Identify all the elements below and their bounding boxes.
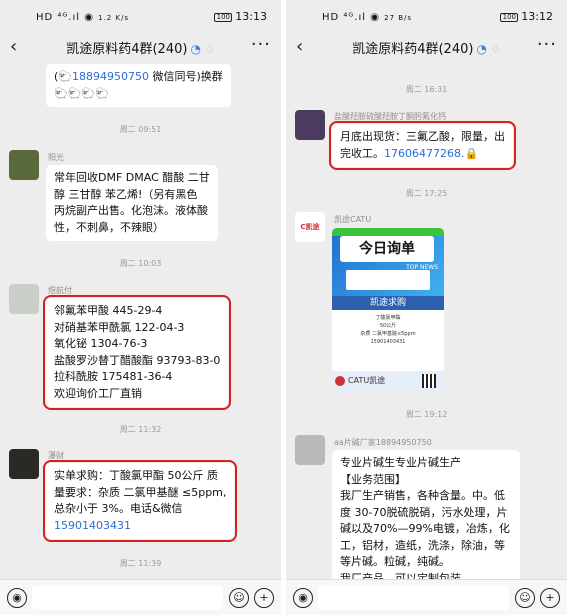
timestamp: 周二 11:32 bbox=[119, 425, 162, 434]
timestamp: 周二 10:03 bbox=[119, 259, 162, 268]
message-list[interactable]: (🐑18894950750 微信同号)换群 🐑🐑🐑🐑 周二 09:51 阳光 常… bbox=[0, 64, 281, 579]
message-bubble-highlighted[interactable]: 月底出现货：三氟乙酸，限量，出 完收工。17606477268.🔒 bbox=[329, 121, 516, 170]
status-right: 100 13:13 bbox=[214, 10, 267, 23]
message-list[interactable]: 周二 16:31 盐酸羟胺硫酸羟胺丁酮肟氟化钙 月底出现货：三氟乙酸，限量，出 … bbox=[286, 64, 567, 579]
timestamp: 周二 16:31 bbox=[405, 85, 448, 94]
message-bubble-highlighted[interactable]: 实单求购：丁酸氯甲酯 50公斤 质 量要求：杂质 二氯甲基醚 ≤5ppm, 总杂… bbox=[42, 460, 238, 542]
voice-icon[interactable]: ◉ bbox=[293, 588, 313, 608]
status-right: 100 13:12 bbox=[500, 10, 553, 23]
group-status-icon: ◔ bbox=[190, 42, 201, 56]
image-card[interactable]: 今日询单 TOP NEWS 凯途求购 丁酸氯甲酯 50公斤 杂质 二氯甲基醚≤5… bbox=[332, 228, 444, 391]
timestamp: 周二 11:39 bbox=[119, 559, 162, 568]
clock: 13:13 bbox=[235, 10, 267, 23]
more-options-icon[interactable]: ··· bbox=[251, 34, 271, 55]
message-input[interactable] bbox=[318, 586, 509, 610]
input-bar: ◉ ☺ + bbox=[286, 579, 567, 615]
avatar[interactable] bbox=[9, 284, 39, 314]
sender-name: aa片碱厂家18894950750 bbox=[334, 438, 432, 447]
plus-icon[interactable]: + bbox=[540, 588, 560, 608]
message-input[interactable] bbox=[32, 586, 223, 610]
avatar[interactable] bbox=[295, 435, 325, 465]
card-body: 丁酸氯甲酯 50公斤 杂质 二氯甲基醚≤5ppm 15901403431 bbox=[360, 315, 416, 345]
timestamp: 周二 09:51 bbox=[119, 125, 162, 134]
phone-link[interactable]: 15901403431 bbox=[54, 518, 226, 535]
sender-name: 盐酸羟胺硫酸羟胺丁酮肟氟化钙 bbox=[334, 112, 446, 121]
phone-link[interactable]: 18894950750 bbox=[72, 70, 149, 83]
banner-stripe bbox=[332, 228, 444, 236]
lock-icon: 🔒 bbox=[464, 146, 479, 160]
chat-title: 凯途原料药4群(240) ◔ ♢ bbox=[66, 42, 215, 57]
battery-icon: 100 bbox=[500, 12, 519, 22]
card-header: 凯途求购 bbox=[332, 296, 444, 310]
timestamp: 周二 17:25 bbox=[405, 189, 448, 198]
qr-code-icon bbox=[422, 374, 436, 388]
card-banner: 今日询单 TOP NEWS bbox=[332, 228, 444, 296]
status-bar: HD ⁴ᴳ.ıl ◉ 27 B/s 100 13:12 bbox=[286, 0, 567, 34]
sender-name: 阳光 bbox=[48, 153, 64, 162]
timestamp: 周二 19:12 bbox=[405, 410, 448, 419]
sender-name: 瀑财 bbox=[48, 451, 64, 460]
message-bubble[interactable]: 专业片碱生专业片碱生产 【业务范围】 我厂生产销售，各种含量。中。低 度 30-… bbox=[332, 450, 520, 579]
catu-logo-icon bbox=[335, 376, 345, 386]
emoji-icon[interactable]: ☺ bbox=[229, 588, 249, 608]
card-footer: CATU凯途 bbox=[332, 371, 444, 391]
right-phone-screen: HD ⁴ᴳ.ıl ◉ 27 B/s 100 13:12 ‹ 凯途原料药4群(240… bbox=[286, 0, 567, 615]
signal-indicators: HD ⁴ᴳ.ıl ◉ 27 B/s bbox=[322, 12, 413, 23]
sender-name: 煜航付 bbox=[48, 286, 72, 295]
sender-name: 凯途CATU bbox=[334, 215, 372, 224]
emoji-icon[interactable]: ☺ bbox=[515, 588, 535, 608]
chat-header: ‹ 凯途原料药4群(240) ◔ ♢ ··· bbox=[0, 30, 281, 64]
status-bar: HD ⁴ᴳ.ıl ◉ 1.2 K/s 100 13:13 bbox=[0, 0, 281, 34]
message-bubble[interactable]: 常年回收DMF DMAC 醋酸 二甘 醇 三甘醇 苯乙烯!（另有黑色 丙烷副产出… bbox=[46, 165, 218, 241]
message-bubble[interactable]: (🐑18894950750 微信同号)换群 🐑🐑🐑🐑 bbox=[46, 64, 231, 107]
voice-icon[interactable]: ◉ bbox=[7, 588, 27, 608]
mute-bell-icon: ♢ bbox=[204, 43, 215, 56]
emoji-row: 🐑🐑🐑🐑 bbox=[54, 86, 109, 100]
screenshot-pair: HD ⁴ᴳ.ıl ◉ 1.2 K/s 100 13:13 ‹ 凯途原料药4群(24… bbox=[0, 0, 567, 615]
card-title: 今日询单 bbox=[340, 236, 434, 262]
plus-icon[interactable]: + bbox=[254, 588, 274, 608]
clock: 13:12 bbox=[521, 10, 553, 23]
avatar[interactable] bbox=[295, 110, 325, 140]
chat-title: 凯途原料药4群(240) ◔ ♢ bbox=[352, 42, 501, 57]
message-bubble-highlighted[interactable]: 邻氟苯甲酸 445-29-4 对硝基苯甲酰氯 122-04-3 氧化铋 1304… bbox=[42, 295, 232, 410]
mute-bell-icon: ♢ bbox=[490, 43, 501, 56]
battery-icon: 100 bbox=[214, 12, 233, 22]
left-phone-screen: HD ⁴ᴳ.ıl ◉ 1.2 K/s 100 13:13 ‹ 凯途原料药4群(24… bbox=[0, 0, 281, 615]
card-mini-panel bbox=[346, 270, 430, 290]
group-status-icon: ◔ bbox=[476, 42, 487, 56]
avatar[interactable] bbox=[9, 150, 39, 180]
signal-indicators: HD ⁴ᴳ.ıl ◉ 1.2 K/s bbox=[36, 12, 130, 23]
avatar[interactable]: C凯途 bbox=[295, 212, 325, 242]
phone-link[interactable]: 17606477268. bbox=[384, 147, 464, 160]
chat-header: ‹ 凯途原料药4群(240) ◔ ♢ ··· bbox=[286, 30, 567, 64]
input-bar: ◉ ☺ + bbox=[0, 579, 281, 615]
avatar[interactable] bbox=[9, 449, 39, 479]
more-options-icon[interactable]: ··· bbox=[537, 34, 557, 55]
